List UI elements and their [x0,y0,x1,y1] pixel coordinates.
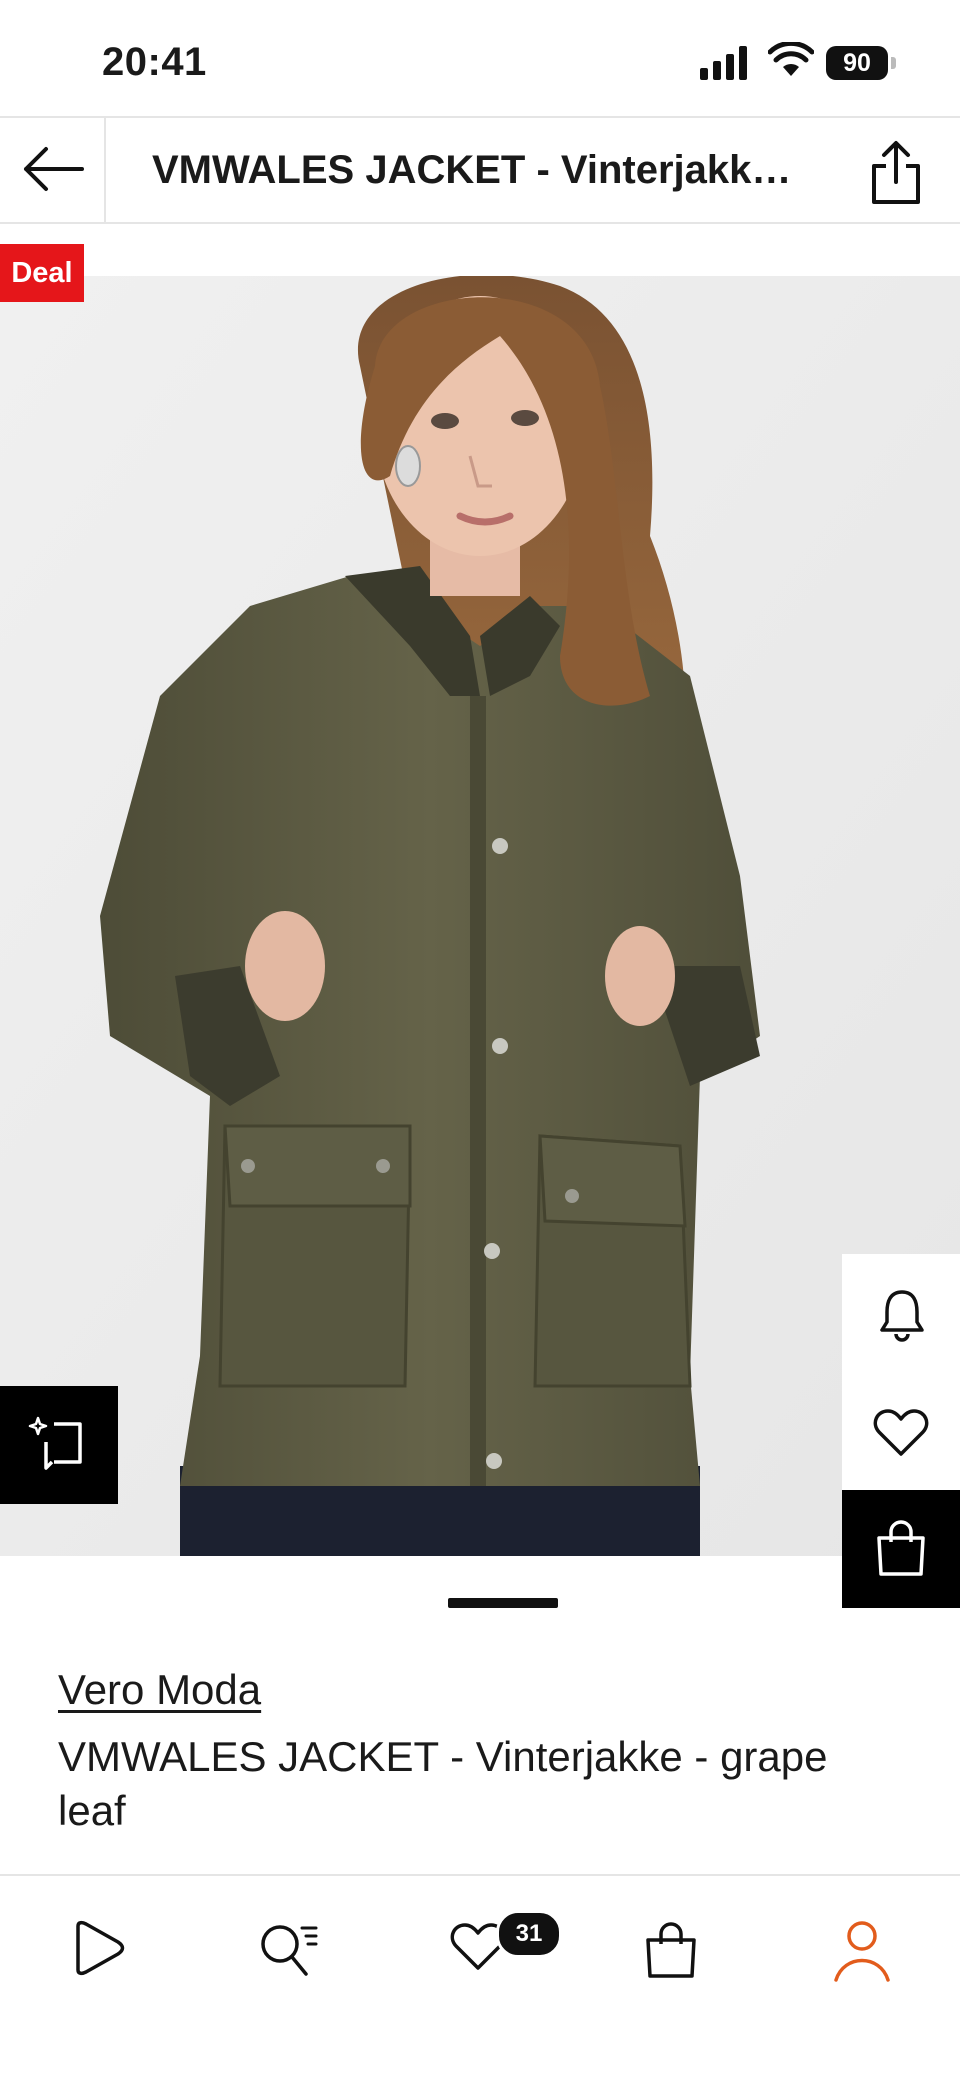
image-carousel-indicator [448,1598,558,1608]
battery-icon: 90 [826,46,898,82]
profile-icon [834,1921,890,1982]
wishlist-count-badge: 31 [496,1910,562,1958]
product-image[interactable] [0,276,960,1556]
brand-link[interactable]: Vero Moda [58,1666,261,1714]
bag-icon [646,1922,696,1978]
bottom-tab-bar: 31 [0,1874,960,2080]
deal-badge: Deal [0,244,84,302]
discover-play-icon [76,1920,125,1976]
similar-items-icon [28,1416,82,1470]
wishlist-button[interactable] [842,1372,960,1490]
status-bar: 20:41 90 [0,0,960,116]
top-navigation: VMWALES JACKET - Vinterjakke - grape lea… [0,116,960,224]
status-time: 20:41 [102,40,207,84]
bell-icon [880,1290,924,1342]
tab-profile[interactable] [826,1912,896,1982]
back-button[interactable] [0,118,106,222]
page-title: VMWALES JACKET - Vinterjakke - grape lea… [152,148,802,192]
heart-icon [873,1409,929,1456]
cellular-signal-icon [700,46,747,80]
share-icon[interactable] [866,140,926,206]
add-to-bag-button[interactable] [842,1490,960,1608]
bag-icon [877,1520,925,1576]
wifi-icon [768,42,814,76]
search-icon [261,1925,318,1976]
battery-level: 90 [826,46,888,80]
notify-button[interactable] [842,1254,960,1372]
tab-bag[interactable] [636,1912,706,1982]
arrow-left-icon [24,147,84,191]
similar-items-button[interactable] [0,1386,118,1504]
product-name: VMWALES JACKET - Vinterjakke - grape lea… [58,1733,828,1834]
product-photo [0,276,960,1556]
tab-search[interactable] [250,1912,320,1982]
tab-discover[interactable] [62,1912,132,1982]
